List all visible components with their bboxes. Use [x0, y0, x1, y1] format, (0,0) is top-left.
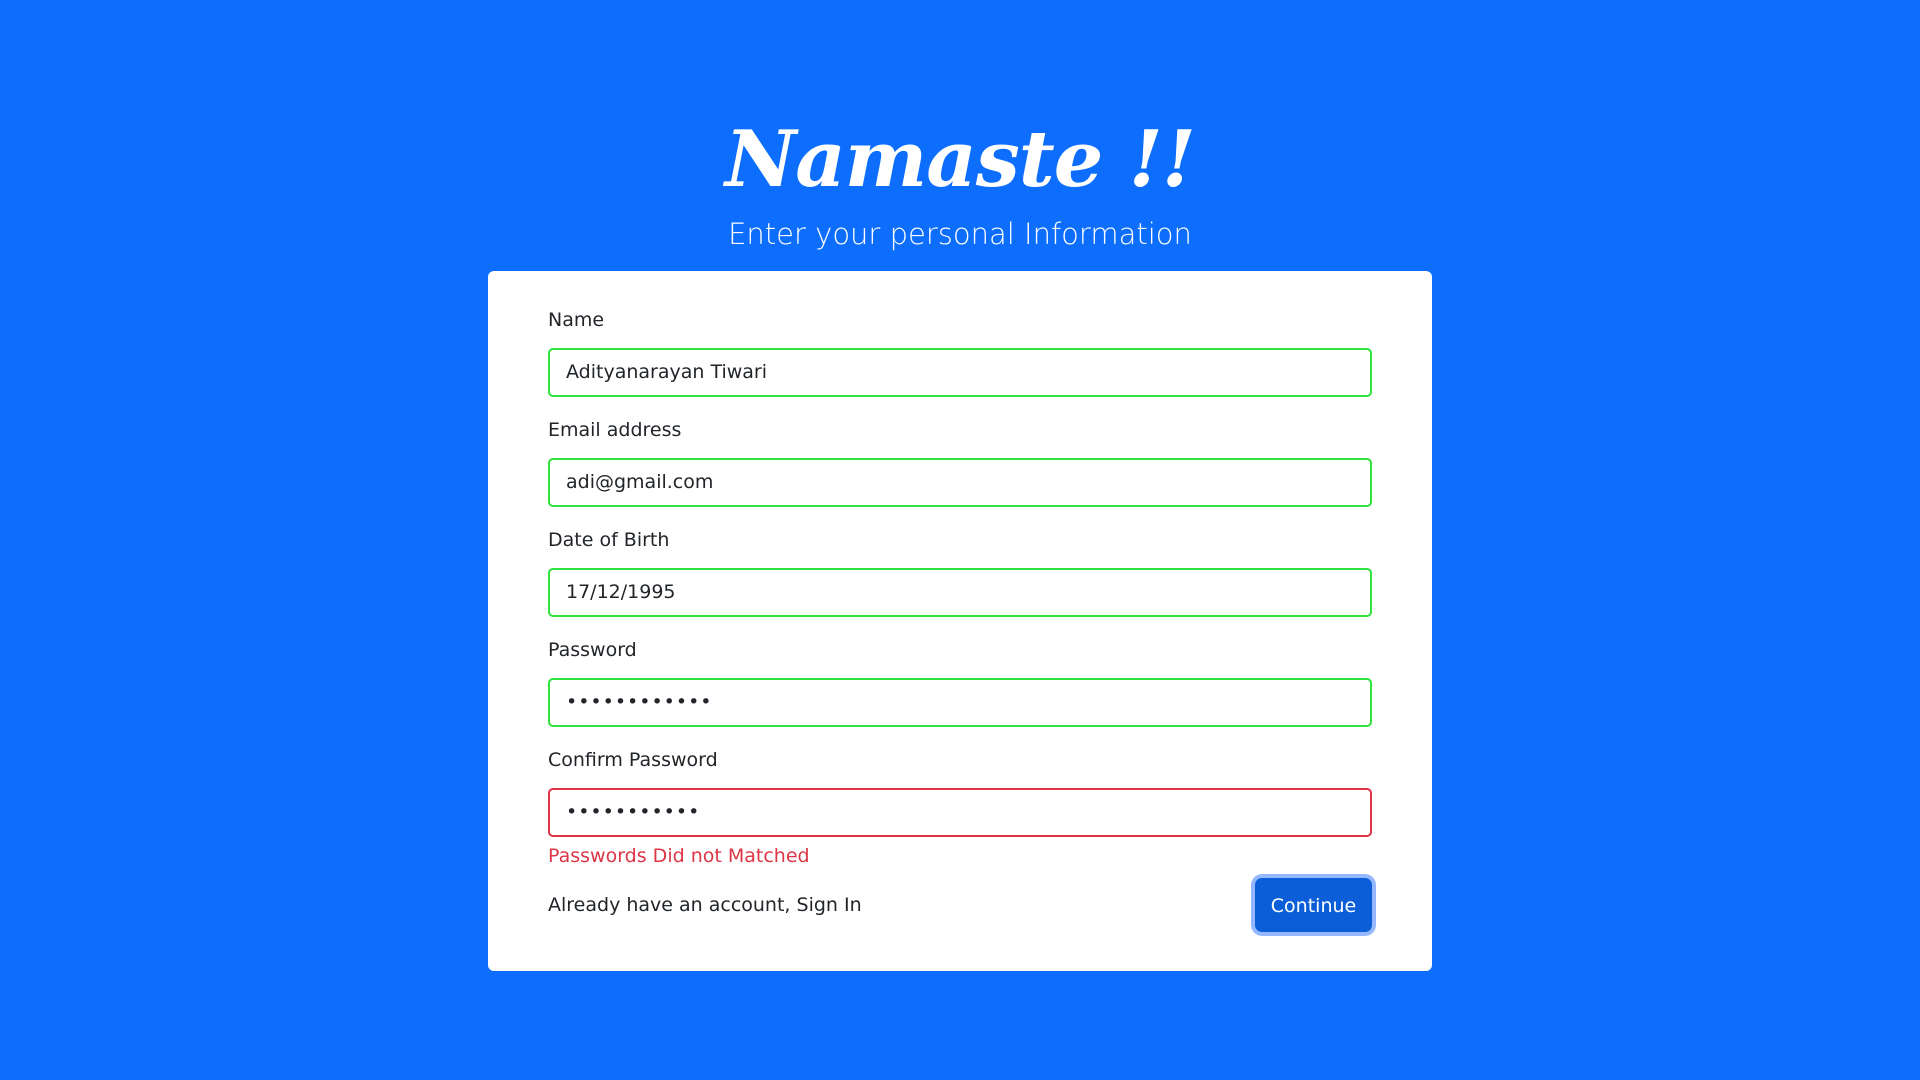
dob-field-group: Date of Birth 17/12/1995: [548, 526, 1372, 617]
confirm-password-field-group: Confirm Password ••••••••••• Passwords D…: [548, 746, 1372, 869]
password-field-group: Password ••••••••••••: [548, 636, 1372, 727]
password-mismatch-error: Passwords Did not Matched: [548, 845, 810, 867]
page-subtitle: Enter your personal Information: [728, 217, 1192, 251]
name-input[interactable]: Adityanarayan Tiwari: [548, 348, 1372, 397]
confirm-password-input[interactable]: •••••••••••: [548, 788, 1372, 837]
email-input[interactable]: adi@gmail.com: [548, 458, 1372, 507]
dob-label: Date of Birth: [548, 529, 670, 551]
form-footer: Already have an account, Sign In Continu…: [548, 878, 1372, 932]
sign-in-link[interactable]: Already have an account, Sign In: [548, 891, 862, 919]
continue-button[interactable]: Continue: [1255, 878, 1372, 932]
name-field-group: Name Adityanarayan Tiwari: [548, 306, 1372, 397]
dob-input[interactable]: 17/12/1995: [548, 568, 1372, 617]
name-label: Name: [548, 309, 605, 331]
password-input[interactable]: ••••••••••••: [548, 678, 1372, 727]
email-label: Email address: [548, 419, 682, 441]
registration-form-card: Name Adityanarayan Tiwari Email address …: [488, 271, 1432, 971]
email-field-group: Email address adi@gmail.com: [548, 416, 1372, 507]
page-title: Namaste !!: [724, 114, 1196, 205]
password-label: Password: [548, 639, 637, 661]
confirm-password-label: Confirm Password: [548, 749, 718, 771]
page: Namaste !! Enter your personal Informati…: [0, 0, 1920, 1080]
